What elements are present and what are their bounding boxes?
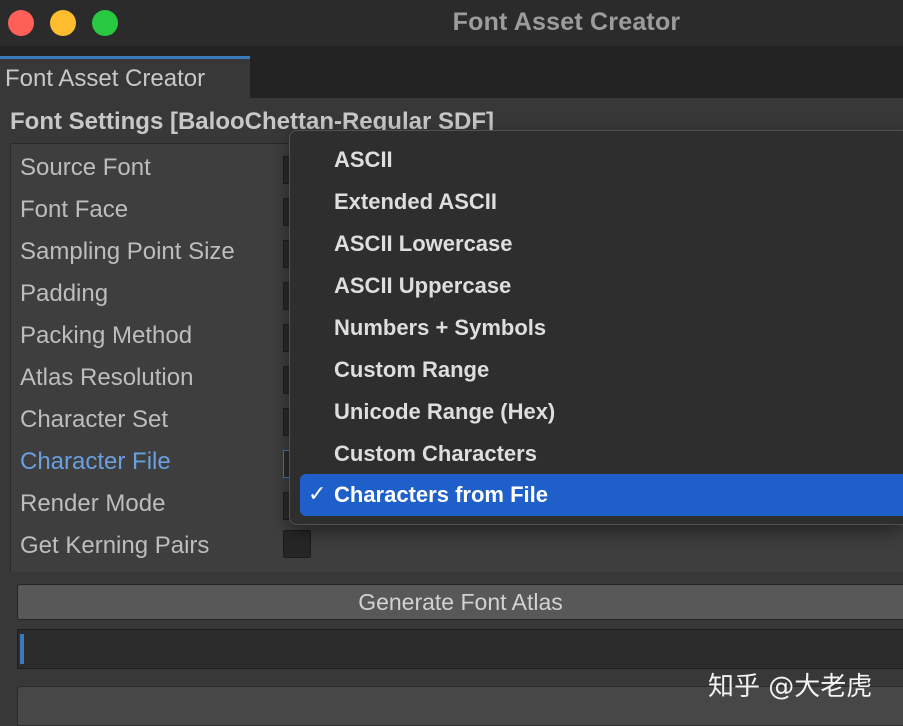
menu-item-custom-range[interactable]: Custom Range <box>300 349 903 391</box>
render-mode-label: Render Mode <box>20 490 166 517</box>
checkmark-icon: ✓ <box>308 481 327 506</box>
character-set-dropdown-menu: ASCII Extended ASCII ASCII Lowercase ASC… <box>289 130 903 525</box>
menu-item-ascii-uppercase[interactable]: ASCII Uppercase <box>300 265 903 307</box>
watermark-text: 知乎 @大老虎 <box>708 672 873 702</box>
title-bar: Font Asset Creator <box>0 0 903 46</box>
character-file-label: Character File <box>20 448 171 475</box>
get-kerning-pairs-checkbox[interactable] <box>283 530 311 558</box>
tab-strip: Font Asset Creator <box>0 46 903 98</box>
padding-label: Padding <box>20 280 109 307</box>
menu-item-ascii[interactable]: ASCII <box>300 139 903 181</box>
character-set-label: Character Set <box>20 406 169 433</box>
font-face-label: Font Face <box>20 196 129 223</box>
atlas-resolution-label: Atlas Resolution <box>20 364 194 391</box>
menu-item-custom-characters[interactable]: Custom Characters <box>300 433 903 475</box>
window-title: Font Asset Creator <box>452 8 681 36</box>
sampling-point-size-label: Sampling Point Size <box>20 238 235 265</box>
menu-item-characters-from-file[interactable]: ✓ Characters from File <box>300 474 903 516</box>
menu-item-numbers-symbols[interactable]: Numbers + Symbols <box>300 307 903 349</box>
menu-item-ascii-lowercase[interactable]: ASCII Lowercase <box>300 223 903 265</box>
generate-font-atlas-button[interactable]: Generate Font Atlas <box>17 584 903 620</box>
packing-method-label: Packing Method <box>20 322 193 349</box>
menu-item-unicode-range-hex[interactable]: Unicode Range (Hex) <box>300 391 903 433</box>
generation-progress-bar <box>17 629 903 669</box>
source-font-label: Source Font <box>20 154 151 181</box>
tab-label: Font Asset Creator <box>5 65 206 92</box>
get-kerning-pairs-label: Get Kerning Pairs <box>20 532 210 559</box>
menu-item-extended-ascii[interactable]: Extended ASCII <box>300 181 903 223</box>
tab-font-asset-creator[interactable]: Font Asset Creator <box>0 56 250 98</box>
progress-fill <box>20 634 24 664</box>
